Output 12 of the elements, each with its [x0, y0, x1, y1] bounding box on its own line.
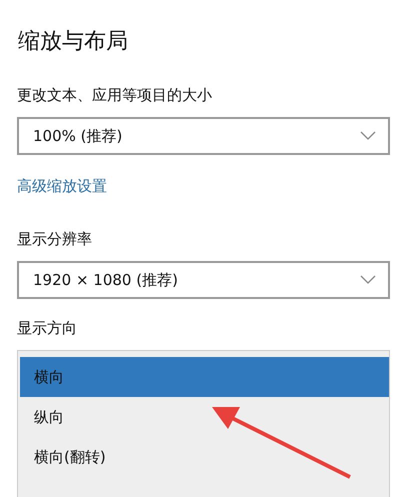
advanced-scaling-link[interactable]: 高级缩放设置	[17, 177, 390, 196]
resolution-dropdown[interactable]: 1920 × 1080 (推荐)	[17, 261, 390, 299]
field-label: 显示方向	[17, 319, 78, 338]
scale-dropdown[interactable]: 100% (推荐)	[17, 117, 390, 155]
dropdown-option[interactable]: 横向	[20, 357, 389, 397]
dropdown-option[interactable]: 纵向	[20, 397, 389, 437]
section-title: 缩放与布局	[18, 28, 129, 56]
field-label: 显示分辨率	[17, 230, 93, 249]
chevron-down-icon	[360, 275, 376, 285]
field-label: 更改文本、应用等项目的大小	[17, 86, 213, 105]
chevron-down-icon	[360, 131, 376, 141]
dropdown-option[interactable]: 横向(翻转)	[20, 437, 389, 477]
